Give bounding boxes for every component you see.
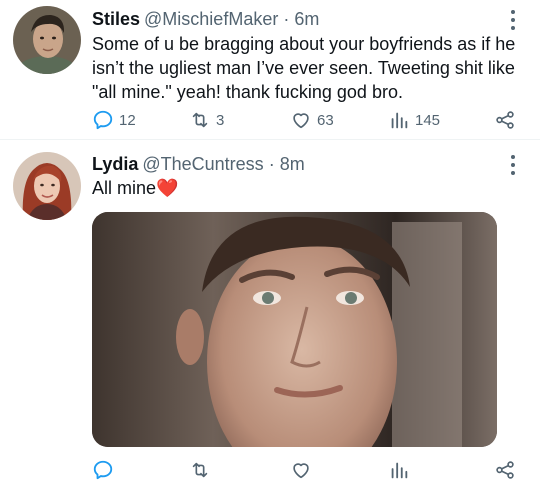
share-button[interactable]	[494, 459, 516, 481]
retweet-count: 3	[216, 111, 225, 129]
tweet-image[interactable]	[92, 212, 497, 447]
views-button[interactable]	[388, 459, 415, 481]
reply-count: 12	[119, 111, 136, 129]
tweet-header: Stiles @MischiefMaker · 6m	[92, 8, 319, 30]
more-icon[interactable]	[508, 10, 518, 30]
like-button[interactable]	[290, 459, 317, 481]
views-count: 145	[415, 111, 441, 129]
share-button[interactable]	[494, 109, 516, 131]
display-name[interactable]: Stiles	[92, 9, 140, 29]
tweet-header: Lydia @TheCuntress · 8m	[92, 153, 305, 175]
action-bar: 12 3 63 145	[92, 109, 516, 131]
reply-icon	[93, 460, 113, 480]
timestamp[interactable]: 6m	[294, 9, 319, 29]
retweet-button[interactable]: 3	[189, 109, 224, 131]
tweet[interactable]: Lydia @TheCuntress · 8m All mine❤️	[0, 141, 540, 486]
reply-icon	[93, 110, 113, 130]
more-icon[interactable]	[508, 155, 518, 175]
timestamp[interactable]: 8m	[280, 154, 305, 174]
heart-icon	[293, 113, 309, 129]
share-icon	[496, 111, 514, 129]
tweet-text: Some of u be bragging about your boyfrie…	[92, 34, 516, 102]
action-bar	[92, 459, 516, 481]
tweet-text: All mine❤️	[92, 178, 179, 198]
like-button[interactable]: 63	[290, 109, 334, 131]
views-icon	[391, 462, 408, 479]
avatar[interactable]	[13, 6, 81, 74]
tweet[interactable]: Stiles @MischiefMaker · 6m Some of u be b…	[0, 0, 540, 140]
separator-dot: ·	[283, 9, 290, 29]
retweet-button[interactable]	[189, 459, 216, 481]
separator-dot: ·	[268, 154, 275, 174]
reply-button[interactable]	[92, 459, 119, 481]
reply-button[interactable]: 12	[92, 109, 136, 131]
retweet-icon	[192, 462, 208, 478]
display-name[interactable]: Lydia	[92, 154, 138, 174]
views-icon	[391, 112, 408, 129]
heart-icon	[293, 463, 309, 479]
views-button[interactable]: 145	[388, 109, 440, 131]
like-count: 63	[317, 111, 334, 129]
user-handle[interactable]: @MischiefMaker	[144, 9, 278, 29]
retweet-icon	[192, 112, 208, 128]
avatar[interactable]	[13, 152, 81, 220]
share-icon	[496, 461, 514, 479]
user-handle[interactable]: @TheCuntress	[142, 154, 263, 174]
